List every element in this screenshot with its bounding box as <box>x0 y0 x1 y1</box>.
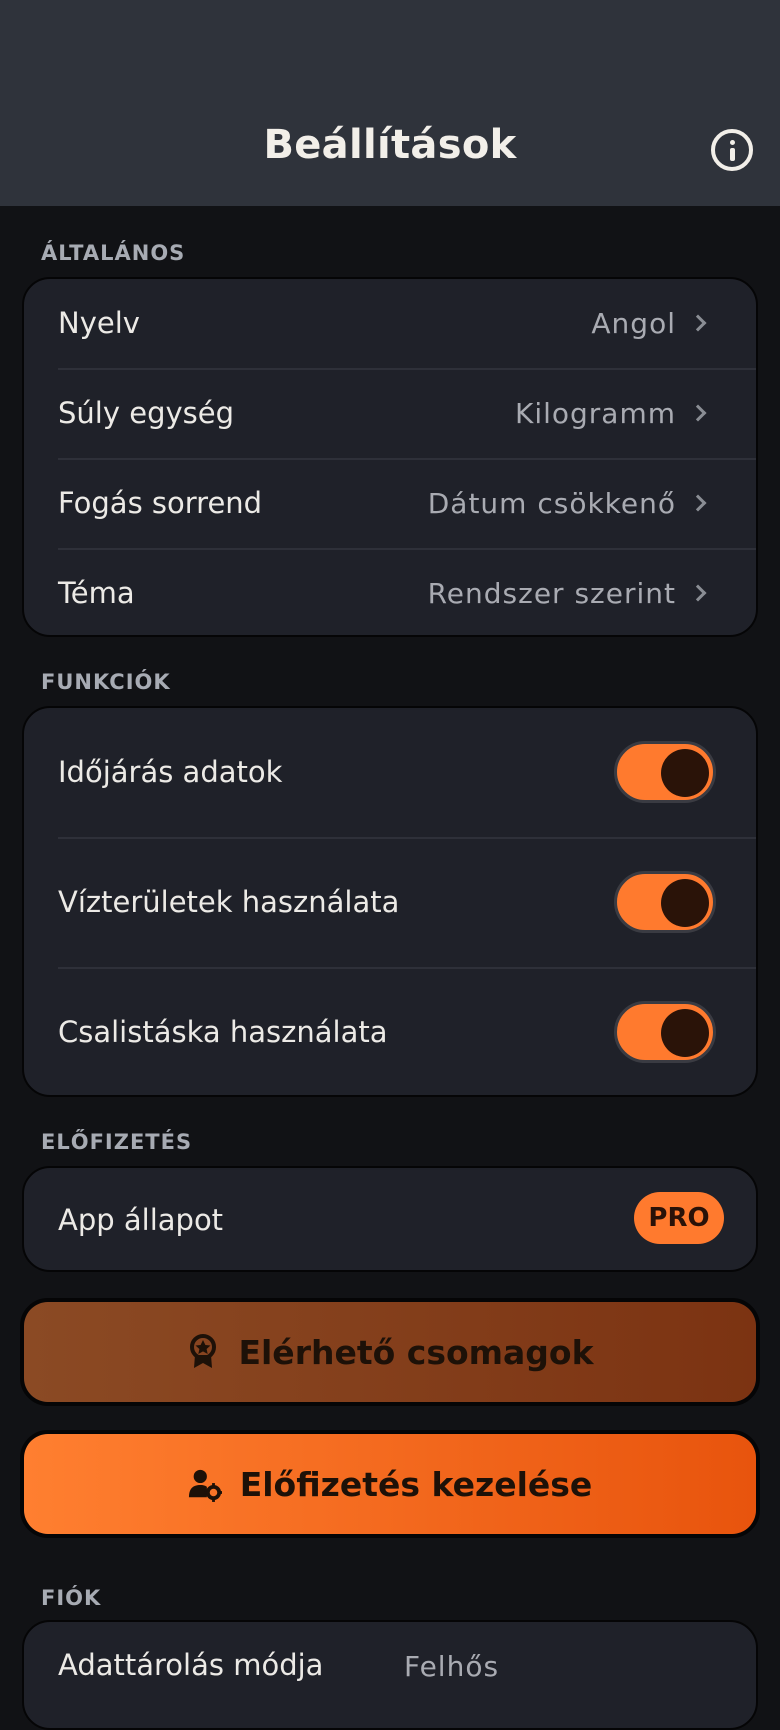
feature-row-weather: Időjárás adatok <box>24 708 756 838</box>
award-ribbon-icon <box>190 1334 217 1368</box>
storage-mode-row[interactable]: Adattárolás módja Felhős <box>24 1622 756 1712</box>
app-header: Beállítások <box>0 0 780 206</box>
section-label-features: FUNKCIÓK <box>41 670 171 694</box>
features-card: Időjárás adatok Vízterületek használata … <box>22 706 758 1097</box>
app-status-row: App állapot PRO <box>24 1168 756 1270</box>
chevron-right-icon <box>689 494 707 512</box>
chevron-right-icon <box>689 404 707 422</box>
setting-label: Súly egység <box>58 396 234 430</box>
setting-row-weight-unit[interactable]: Súly egység Kilogramm <box>24 369 756 459</box>
manage-subscription-label: Előfizetés kezelése <box>239 1464 593 1504</box>
chevron-right-icon <box>689 314 707 332</box>
toggle-knob <box>661 749 709 797</box>
available-packages-button[interactable]: Elérhető csomagok <box>20 1298 760 1406</box>
setting-label: Nyelv <box>58 306 140 340</box>
feature-row-water-areas: Vízterületek használata <box>24 838 756 968</box>
setting-row-theme[interactable]: Téma Rendszer szerint <box>24 549 756 635</box>
user-gear-icon <box>188 1469 222 1502</box>
info-circle-icon[interactable] <box>711 129 753 171</box>
pro-badge: PRO <box>634 1192 724 1244</box>
feature-label: Időjárás adatok <box>58 755 283 789</box>
section-label-general: ÁLTALÁNOS <box>41 241 186 265</box>
setting-label: Fogás sorrend <box>58 486 263 520</box>
general-settings-card: Nyelv Angol Súly egység Kilogramm Fogás … <box>22 277 758 637</box>
feature-label: Csalistáska használata <box>58 1015 388 1049</box>
setting-value: Rendszer szerint <box>427 577 676 610</box>
feature-row-tackle-box: Csalistáska használata <box>24 968 756 1095</box>
setting-value: Angol <box>591 307 676 340</box>
setting-row-catch-order[interactable]: Fogás sorrend Dátum csökkenő <box>24 459 756 549</box>
setting-value: Kilogramm <box>514 397 676 430</box>
page-title: Beállítások <box>263 122 517 168</box>
setting-row-language[interactable]: Nyelv Angol <box>24 279 756 369</box>
available-packages-label: Elérhető csomagok <box>238 1332 594 1372</box>
chevron-right-icon <box>689 584 707 602</box>
account-card: Adattárolás módja Felhős <box>22 1620 758 1730</box>
toggle-knob <box>661 879 709 927</box>
subscription-card: App állapot PRO <box>22 1166 758 1272</box>
app-status-label: App állapot <box>58 1203 224 1237</box>
setting-value: Dátum csökkenő <box>427 487 676 520</box>
section-label-subscription: ELŐFIZETÉS <box>41 1130 193 1154</box>
storage-mode-value: Felhős <box>404 1650 500 1683</box>
storage-mode-label: Adattárolás módja <box>58 1648 324 1682</box>
water-areas-toggle[interactable] <box>614 871 716 933</box>
section-label-account: FIÓK <box>41 1586 102 1610</box>
tackle-box-toggle[interactable] <box>614 1001 716 1063</box>
setting-label: Téma <box>58 576 135 610</box>
toggle-knob <box>661 1009 709 1057</box>
feature-label: Vízterületek használata <box>58 885 400 919</box>
manage-subscription-button[interactable]: Előfizetés kezelése <box>20 1430 760 1538</box>
weather-toggle[interactable] <box>614 741 716 803</box>
